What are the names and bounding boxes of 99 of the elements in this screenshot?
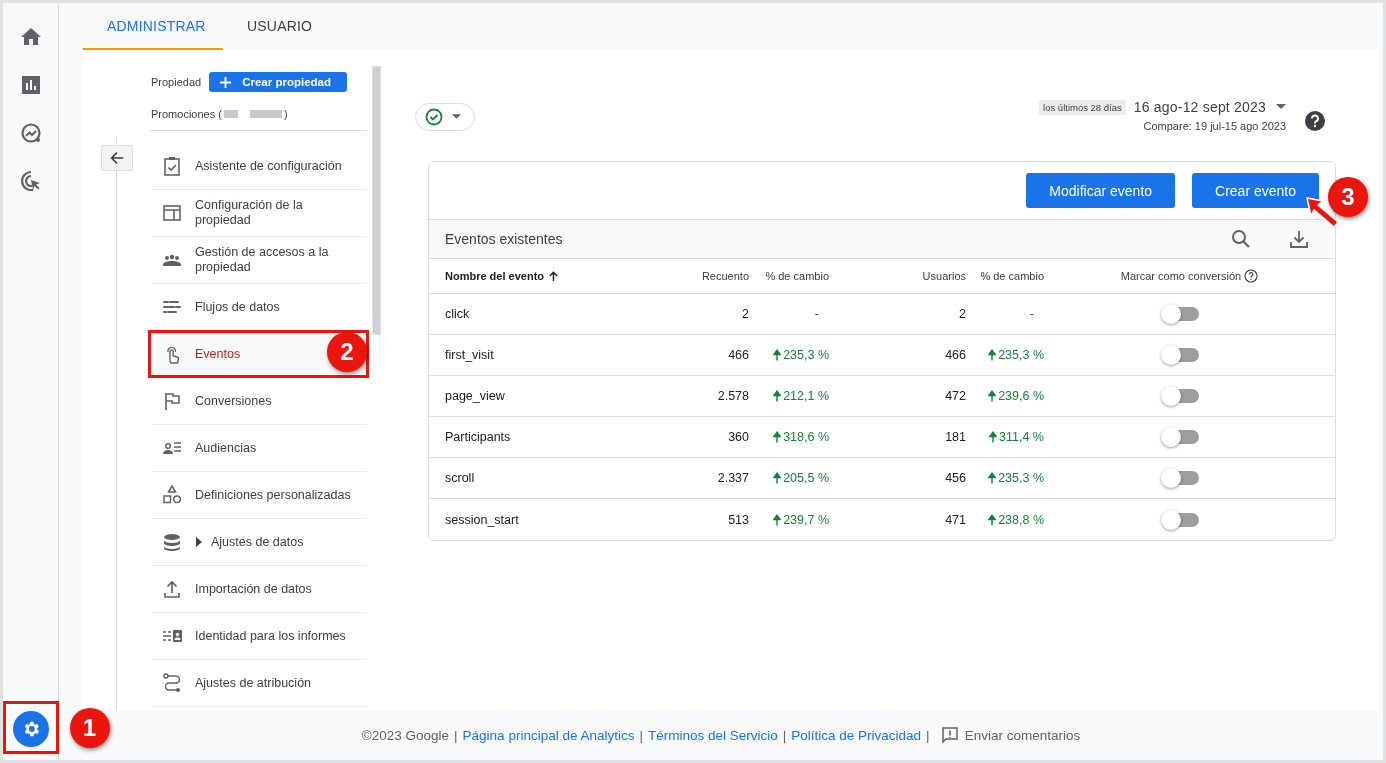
highlight-frame [3, 701, 59, 754]
tab[interactable]: USUARIO [223, 3, 337, 50]
help-icon[interactable] [1244, 269, 1259, 283]
nav-label: Ajustes de datos [211, 534, 304, 550]
redacted-text [223, 109, 238, 118]
column-label: Nombre del evento [445, 270, 545, 282]
caret-down-icon [452, 114, 461, 120]
nav-item[interactable]: Ajustes de atribución [152, 660, 367, 707]
column-header[interactable]: % de cambio [749, 259, 829, 294]
help-icon[interactable] [1304, 110, 1326, 132]
redacted-text [249, 109, 282, 118]
separator-text: | [639, 727, 643, 743]
nav-item[interactable]: Flujos de datos [152, 284, 367, 331]
copyright-text: ©2023 Google [361, 727, 450, 743]
table-cell: page_view [429, 376, 659, 417]
nav-item[interactable]: Identidad para los informes [152, 613, 367, 660]
property-label: Propiedad [151, 76, 202, 88]
date-range-picker[interactable]: 16 ago-12 sept 2023 [1133, 99, 1286, 115]
table-cell: 181 [829, 417, 966, 458]
shapes-icon [161, 484, 183, 506]
table-cell: 2.337 [659, 458, 749, 499]
table-cell: first_visit [429, 335, 659, 376]
change-value: 212,1 % [783, 389, 829, 403]
nav-item[interactable]: Conversiones [152, 378, 367, 425]
table-cell: 2.578 [659, 376, 749, 417]
route-icon [161, 672, 183, 694]
step-number-badge: 1 [69, 708, 110, 748]
sort-up-arrow-icon[interactable] [548, 270, 560, 282]
settings-icon[interactable] [12, 711, 49, 747]
table-cell: 2 [659, 294, 749, 335]
plus-icon [219, 75, 233, 89]
nav-item[interactable]: Gestión de accesos a la propiedad [152, 237, 367, 284]
table-cell: 466 [659, 335, 749, 376]
table-cell: 360 [659, 417, 749, 458]
table-cell: 2 [829, 294, 966, 335]
layout-icon [161, 202, 183, 224]
column-header[interactable]: Usuarios [829, 259, 966, 294]
column-label: Marcar como conversión [1120, 270, 1242, 282]
toggle-switch[interactable] [1162, 389, 1199, 403]
property-name: ) [283, 107, 288, 120]
upload-icon [161, 578, 183, 600]
footer-link[interactable]: Política de Privacidad [791, 727, 922, 743]
table-cell: - [749, 294, 829, 335]
column-header[interactable]: Recuento [659, 259, 749, 294]
table-cell: click [429, 294, 659, 335]
table-cell-text: session_start [444, 511, 520, 529]
compare-range: Compare: 19 jul-15 ago 2023 [1143, 120, 1286, 132]
table-title: Eventos existentes [445, 231, 564, 247]
create-property-button[interactable]: Crear propiedad [209, 72, 348, 92]
table-cell: 472 [829, 376, 966, 417]
table-cell-text: 513 [727, 511, 749, 529]
action-button[interactable]: Modificar evento [1026, 173, 1176, 208]
nav-item[interactable]: Importación de datos [152, 566, 367, 613]
change-value: 205,5 % [783, 471, 829, 485]
toggle-switch[interactable] [1162, 348, 1199, 362]
change-value: 318,6 % [783, 430, 829, 444]
toggle-switch[interactable] [1162, 430, 1199, 444]
database-icon [161, 531, 183, 553]
check-circle-icon [424, 107, 444, 127]
property-name: Promociones ( [151, 107, 222, 120]
table-cell: 466 [829, 335, 966, 376]
toggle-switch[interactable] [1162, 512, 1199, 527]
clipboard-check-icon [161, 155, 183, 177]
change-value: 311,4 % [999, 430, 1044, 444]
change-value: 235,3 % [998, 471, 1044, 485]
nav-item[interactable]: Configuración de la propiedad [152, 190, 367, 237]
footer-link[interactable]: Página principal de Analytics [462, 727, 635, 743]
change-value: 235,3 % [998, 348, 1044, 362]
separator-text: | [454, 727, 458, 743]
caret-down-icon [1276, 104, 1286, 110]
nav-item[interactable]: Audiencias [152, 425, 367, 472]
column-header[interactable]: % de cambio [966, 259, 1044, 294]
status-dropdown[interactable] [415, 103, 475, 131]
download-icon[interactable] [1288, 228, 1310, 250]
table-cell-text: 471 [944, 511, 966, 529]
change-value: 239,6 % [998, 389, 1044, 403]
change-value: 235,3 % [783, 348, 829, 362]
caret-right-icon[interactable] [195, 537, 203, 547]
feedback-link[interactable]: Enviar comentarios [940, 726, 1081, 744]
separator-text: | [926, 727, 930, 743]
separator-text: | [782, 727, 787, 743]
toggle-switch[interactable] [1162, 471, 1199, 485]
table-cell: - [966, 294, 1044, 335]
action-button[interactable]: Crear evento [1192, 173, 1319, 208]
table-cell: 456 [829, 458, 966, 499]
toggle-switch[interactable] [1162, 307, 1199, 321]
table-cell: Participants [429, 417, 659, 458]
nav-item[interactable]: Definiciones personalizadas [152, 472, 367, 519]
footer-link[interactable]: Términos del Servicio [647, 727, 778, 743]
date-preset-label: los últimos 28 días [1039, 99, 1126, 115]
table-cell: scroll [429, 458, 659, 499]
nav-item[interactable]: Asistente de configuración [152, 143, 367, 190]
search-icon[interactable] [1230, 228, 1252, 250]
scrollbar-thumb[interactable] [372, 66, 381, 335]
back-button[interactable] [100, 145, 133, 171]
change-value: 239,7 % [783, 512, 829, 527]
feedback-icon [940, 726, 959, 744]
nav-item[interactable]: Ajustes de datos [152, 519, 367, 566]
change-value: 238,8 % [998, 512, 1044, 527]
